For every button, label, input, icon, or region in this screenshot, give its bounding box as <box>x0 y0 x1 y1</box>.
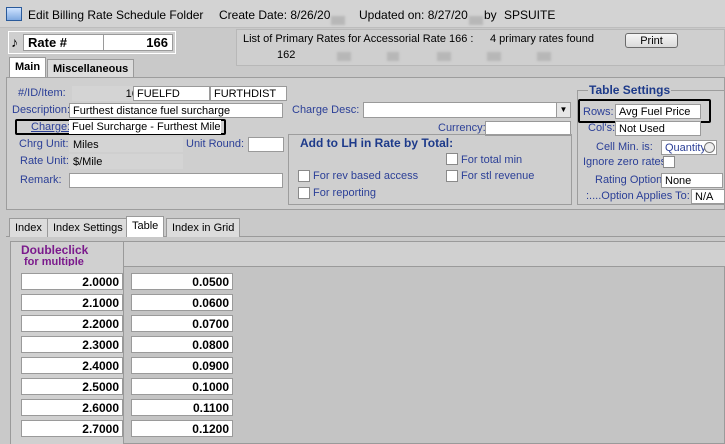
grid-cell-value[interactable]: 0.0700 <box>131 315 233 332</box>
chrg-unit-field: Miles <box>69 137 183 152</box>
chrg-unit-label: Chrg Unit: <box>19 138 69 150</box>
rev-based-access-label: For rev based access <box>313 170 419 182</box>
rating-option-label: Rating Option: <box>595 174 666 186</box>
title-bar: Edit Billing Rate Schedule Folder Create… <box>0 0 725 28</box>
grid-row-index[interactable]: 2.0000 <box>21 273 123 290</box>
tab-index-settings[interactable]: Index Settings <box>47 218 129 237</box>
primary-rates-found: 4 primary rates found <box>490 33 594 45</box>
grid-cell-value[interactable]: 0.0900 <box>131 357 233 374</box>
cols-label: Col's: <box>588 122 616 134</box>
option-applies-field[interactable]: N/A <box>691 189 725 204</box>
redacted-year-create <box>331 16 346 25</box>
window-title: Edit Billing Rate Schedule Folder <box>28 8 204 22</box>
primary-rate-item[interactable]: 162 <box>277 49 295 61</box>
grid-row-index[interactable]: 2.4000 <box>21 357 123 374</box>
music-note-icon: ♪ <box>11 34 18 50</box>
chevron-down-icon[interactable]: ▼ <box>556 103 570 117</box>
rate-unit-field: $/Mile <box>69 154 183 169</box>
radio-icon[interactable] <box>704 142 715 153</box>
primary-rates-heading: List of Primary Rates for Accessorial Ra… <box>243 33 474 45</box>
print-button[interactable]: Print <box>625 33 678 48</box>
remark-label: Remark: <box>20 174 62 186</box>
charge-desc-label: Charge Desc: <box>292 104 360 116</box>
grid-row-index[interactable]: 2.3000 <box>21 336 123 353</box>
cols-field[interactable]: Not Used <box>615 121 701 136</box>
cell-min-label: Cell Min. is: <box>596 141 653 153</box>
ignore-zero-label: Ignore zero rates <box>583 156 667 168</box>
tab-index[interactable]: Index <box>9 218 48 237</box>
create-date: Create Date: 8/26/20 <box>219 8 346 25</box>
grid-row-index[interactable]: 2.7000 <box>21 420 123 437</box>
grid-hint-line1: Doubleclick <box>21 243 89 257</box>
id-code-field[interactable]: FUELFD <box>133 86 210 101</box>
cell-min-dropdown[interactable]: Quantity <box>661 140 717 155</box>
currency-label: Currency: <box>438 122 486 134</box>
redacted-rate <box>487 52 501 61</box>
charge-label[interactable]: Charge: <box>31 121 70 133</box>
remark-field[interactable] <box>69 173 283 188</box>
total-min-label: For total min <box>461 154 523 166</box>
rev-based-access-checkbox[interactable] <box>298 170 310 182</box>
grid-column-header <box>124 242 725 267</box>
grid-cell-value[interactable]: 0.1100 <box>131 399 233 416</box>
grid-row-index[interactable]: 2.6000 <box>21 399 123 416</box>
tab-miscellaneous[interactable]: Miscellaneous <box>47 59 135 78</box>
rate-number-field[interactable]: 166 <box>103 34 173 51</box>
cell-min-value: Quantity <box>665 142 706 154</box>
grid-cell-value[interactable]: 0.0800 <box>131 336 233 353</box>
grid-cell-value[interactable]: 0.0500 <box>131 273 233 290</box>
ignore-zero-checkbox[interactable] <box>663 156 675 168</box>
charge-desc-dropdown[interactable]: ▼ <box>363 102 571 118</box>
redacted-rate <box>437 52 451 61</box>
rate-label: Rate # <box>23 34 107 51</box>
total-min-checkbox[interactable] <box>446 153 458 165</box>
grid-cell-value[interactable]: 0.0600 <box>131 294 233 311</box>
app-icon <box>6 7 22 21</box>
id-label: #/ID/Item: <box>18 87 66 99</box>
stl-revenue-checkbox[interactable] <box>446 170 458 182</box>
grid-cell-value[interactable]: 0.1200 <box>131 420 233 437</box>
redacted-year-updated <box>468 16 483 25</box>
table-settings-title: Table Settings <box>588 83 672 97</box>
by-label: by <box>484 8 497 22</box>
rating-option-field[interactable]: None <box>661 173 723 188</box>
updated-date: Updated on: 8/27/20 <box>359 8 483 25</box>
redacted-rate <box>537 52 551 61</box>
grid-hint-line2: for multiple <box>24 256 84 266</box>
user-name: SPSUITE <box>504 8 556 22</box>
description-label: Description: <box>12 104 71 116</box>
primary-rates-panel: List of Primary Rates for Accessorial Ra… <box>236 29 725 66</box>
rate-number-box: ♪ Rate # 166 <box>8 31 176 54</box>
unit-round-field[interactable] <box>248 137 284 152</box>
tab-table[interactable]: Table <box>126 216 165 237</box>
grid-row-index[interactable]: 2.5000 <box>21 378 123 395</box>
charge-field[interactable]: Fuel Surcharge - Furthest Mile <box>69 120 221 134</box>
rows-label: Rows: <box>583 106 614 118</box>
reporting-label: For reporting <box>313 187 376 199</box>
redacted-rate <box>337 52 351 61</box>
add-to-lh-title: Add to LH in Rate by Total: <box>300 136 454 150</box>
rows-field[interactable]: Avg Fuel Price <box>615 104 701 119</box>
unit-round-label: Unit Round: <box>186 138 245 150</box>
grid-row-index[interactable]: 2.2000 <box>21 315 123 332</box>
stl-revenue-label: For stl revenue <box>461 170 535 182</box>
tab-main[interactable]: Main <box>9 57 47 78</box>
item-code-field[interactable]: FURTHDIST <box>210 86 287 101</box>
reporting-checkbox[interactable] <box>298 187 310 199</box>
redacted-rate <box>387 52 399 61</box>
grid-row-index[interactable]: 2.1000 <box>21 294 123 311</box>
description-field[interactable]: Furthest distance fuel surcharge <box>69 103 283 118</box>
tab-index-in-grid[interactable]: Index in Grid <box>166 218 241 237</box>
rate-unit-label: Rate Unit: <box>20 155 69 167</box>
option-applies-label: :....Option Applies To: <box>586 190 690 202</box>
grid-cell-value[interactable]: 0.1000 <box>131 378 233 395</box>
